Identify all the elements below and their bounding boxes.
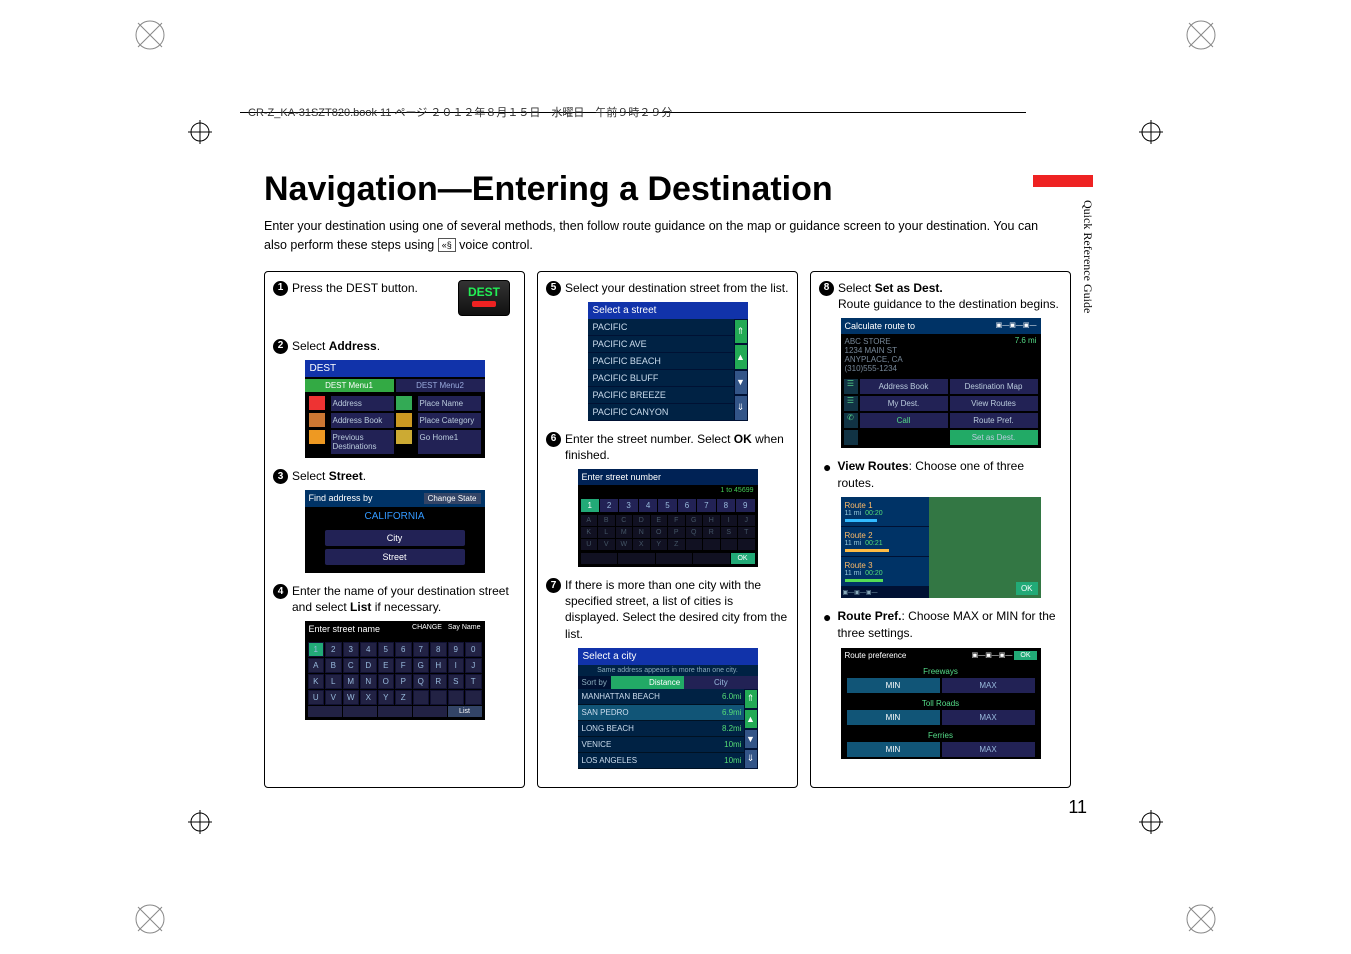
registration-icon bbox=[188, 120, 212, 144]
print-mark-icon bbox=[130, 899, 170, 939]
column-1: 1Press the DEST button. DEST 2Select Add… bbox=[264, 271, 525, 788]
step-5-text: Select your destination street from the … bbox=[565, 280, 789, 296]
step-3-num: 3 bbox=[273, 469, 288, 484]
registration-icon bbox=[1139, 120, 1163, 144]
print-mark-icon bbox=[1181, 899, 1221, 939]
registration-icon bbox=[1139, 810, 1163, 834]
screen-select-city: Select a city Same address appears in mo… bbox=[578, 648, 758, 769]
scroll-top-icon: ⇑ bbox=[734, 319, 748, 345]
screen-enter-street: Enter street nameCHANGE Say Name 1234567… bbox=[305, 621, 485, 720]
step-5-num: 5 bbox=[546, 281, 561, 296]
registration-icon bbox=[188, 810, 212, 834]
bullet-view-routes: View Routes: Choose one of three routes. bbox=[837, 458, 1058, 492]
step-2-text: Select Address. bbox=[292, 338, 516, 354]
step-7-text: If there is more than one city with the … bbox=[565, 577, 789, 642]
screen-select-street: Select a street PACIFIC PACIFIC AVE PACI… bbox=[588, 302, 748, 421]
bullet-route-pref: Route Pref.: Choose MAX or MIN for the t… bbox=[837, 608, 1058, 642]
column-2: 5 Select your destination street from the… bbox=[537, 271, 798, 788]
step-3-text: Select Street. bbox=[292, 468, 516, 484]
step-8-num: 8 bbox=[819, 281, 834, 296]
intro-text: Enter your destination using one of seve… bbox=[264, 217, 1054, 255]
screen-calculate-route: Calculate route to▣—▣—▣— ABC STORE 1234 … bbox=[841, 318, 1041, 448]
page-number: 11 bbox=[1068, 797, 1087, 818]
step-8-text: Select Set as Dest.Route guidance to the… bbox=[838, 280, 1062, 312]
scroll-down-icon: ▼ bbox=[734, 370, 748, 396]
screen-street-number: Enter street number 1 to 45699 123456789… bbox=[578, 469, 758, 567]
voice-icon: «§ bbox=[438, 238, 456, 252]
print-mark-icon bbox=[130, 15, 170, 55]
page-title: Navigation—Entering a Destination bbox=[264, 170, 1071, 209]
header-meta: CR-Z_KA-31SZT820.book 11 ページ ２０１２年８月１５日 … bbox=[248, 104, 672, 120]
bullet-icon: ● bbox=[823, 458, 831, 492]
map-preview: OK bbox=[929, 497, 1041, 598]
screen-find-address: Find address byChange State CALIFORNIA C… bbox=[305, 490, 485, 573]
step-2-num: 2 bbox=[273, 339, 288, 354]
step-7-num: 7 bbox=[546, 578, 561, 593]
screen-view-routes: Route 111 mi00:20 Route 211 mi00:21 Rout… bbox=[841, 497, 1041, 598]
step-1-num: 1 bbox=[273, 281, 288, 296]
column-3: 8 Select Set as Dest.Route guidance to th… bbox=[810, 271, 1071, 788]
dest-button-graphic: DEST bbox=[458, 280, 510, 316]
step-6-text: Enter the street number. Select OK when … bbox=[565, 431, 789, 463]
step-4-text: Enter the name of your destination stree… bbox=[292, 583, 516, 615]
screen-dest-menu: DEST DEST Menu1DEST Menu2 Address Place … bbox=[305, 360, 485, 458]
screen-route-pref: Route preference▣—▣—▣— OK FreewaysMINMAX… bbox=[841, 648, 1041, 759]
side-label: Quick Reference Guide bbox=[1080, 200, 1095, 313]
step-4-num: 4 bbox=[273, 584, 288, 599]
bullet-icon: ● bbox=[823, 608, 831, 642]
scroll-bottom-icon: ⇓ bbox=[734, 395, 748, 421]
scroll-up-icon: ▲ bbox=[734, 344, 748, 370]
print-mark-icon bbox=[1181, 15, 1221, 55]
step-6-num: 6 bbox=[546, 432, 561, 447]
